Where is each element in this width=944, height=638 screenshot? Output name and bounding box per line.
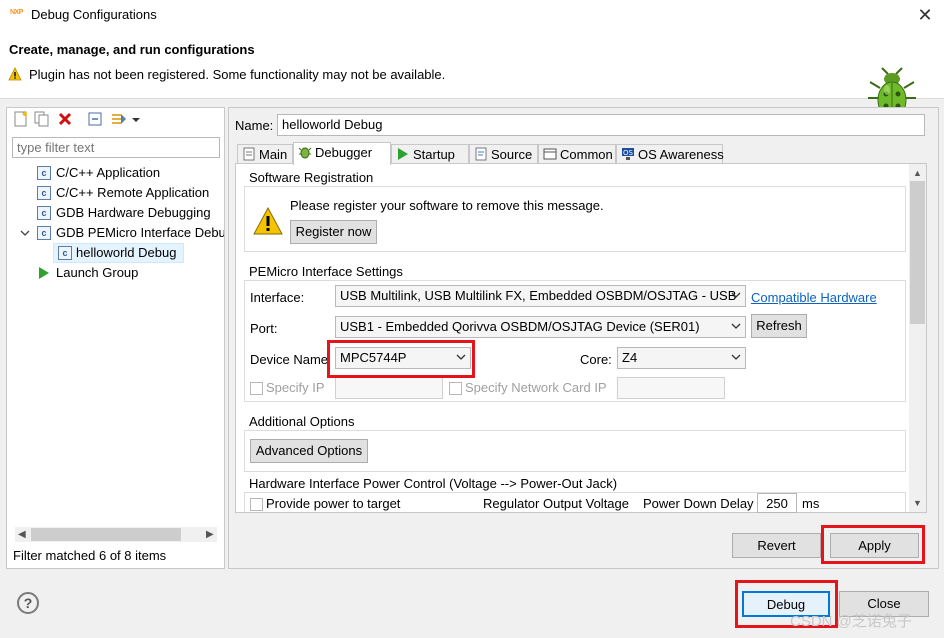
svg-text:OS: OS	[623, 149, 634, 157]
tree-item-cpp-remote-application[interactable]: c C/C++ Remote Application	[7, 183, 224, 203]
chevron-down-icon[interactable]	[131, 111, 141, 127]
specify-ip-label: Specify IP	[266, 380, 325, 395]
new-configuration-icon[interactable]	[13, 111, 29, 127]
revert-button[interactable]: Revert	[732, 533, 821, 558]
port-select[interactable]: USB1 - Embedded Qorivva OSBDM/OSJTAG Dev…	[335, 316, 746, 338]
tab-main[interactable]: Main	[237, 144, 293, 164]
filter-input[interactable]	[12, 137, 220, 158]
tab-startup[interactable]: Startup	[391, 144, 469, 164]
apply-highlight	[821, 525, 925, 564]
tree-item-launch-group[interactable]: Launch Group	[7, 263, 224, 283]
refresh-button[interactable]: Refresh	[751, 314, 807, 338]
c-config-icon: c	[37, 226, 51, 240]
common-tab-icon	[543, 148, 557, 160]
software-registration-title: Software Registration	[247, 170, 376, 185]
registration-message: Please register your software to remove …	[290, 198, 604, 213]
watermark: CSDN @芝诺兔子	[790, 613, 912, 630]
chevron-down-icon	[731, 354, 741, 360]
tree-item-helloworld-debug[interactable]: c helloworld Debug	[53, 243, 184, 263]
tree-item-gdb-hardware-debugging[interactable]: c GDB Hardware Debugging	[7, 203, 224, 223]
chevron-down-icon	[731, 323, 741, 329]
compatible-hardware-link[interactable]: Compatible Hardware	[751, 290, 877, 305]
name-field[interactable]: helloworld Debug	[277, 114, 925, 136]
delay-unit: ms	[802, 496, 820, 511]
ip-field[interactable]	[335, 377, 443, 399]
scroll-down-icon[interactable]: ▼	[913, 498, 922, 508]
port-label: Port:	[250, 321, 278, 336]
advanced-options-button[interactable]: Advanced Options	[250, 439, 368, 463]
tab-bar: Main Debugger Startup Source Common OS OS…	[237, 142, 725, 165]
provide-power-checkbox[interactable]	[250, 498, 263, 511]
dialog-header: Create, manage, and run configurations P…	[0, 31, 944, 119]
os-awareness-tab-icon: OS	[622, 148, 634, 160]
chevron-down-icon[interactable]	[20, 228, 30, 238]
source-tab-icon	[475, 147, 487, 161]
c-config-icon: c	[37, 166, 51, 180]
pemicro-settings-title: PEMicro Interface Settings	[247, 264, 405, 279]
register-now-button[interactable]: Register now	[290, 220, 377, 244]
additional-options-group: Advanced Options	[244, 430, 906, 472]
device-name-highlight	[327, 340, 475, 378]
c-config-icon: c	[37, 186, 51, 200]
window-title: Debug Configurations	[31, 7, 157, 22]
debugger-tab-content: Software Registration Please register yo…	[235, 163, 927, 513]
scrollbar-thumb[interactable]	[31, 528, 181, 541]
collapse-all-icon[interactable]	[87, 111, 103, 127]
debugger-tab-icon	[298, 147, 312, 159]
interface-label: Interface:	[250, 290, 305, 305]
close-window-icon[interactable]: ✕	[914, 4, 936, 26]
filter-status: Filter matched 6 of 8 items	[13, 548, 167, 563]
scroll-right-icon[interactable]: ▶	[206, 529, 214, 540]
horizontal-scrollbar[interactable]: ◀ ▶	[15, 527, 217, 542]
header-title: Create, manage, and run configurations	[9, 42, 255, 57]
scroll-left-icon[interactable]: ◀	[18, 529, 26, 540]
main-tab-icon	[243, 147, 255, 161]
device-name-label: Device Name	[250, 352, 329, 367]
chevron-down-icon	[731, 292, 741, 298]
vertical-scrollbar[interactable]: ▲ ▼	[909, 164, 926, 512]
tab-os-awareness[interactable]: OS OS Awareness	[616, 144, 724, 164]
c-config-icon: c	[58, 246, 72, 260]
core-select[interactable]: Z4	[617, 347, 746, 369]
scrollbar-thumb[interactable]	[910, 181, 925, 324]
power-down-delay-field[interactable]: 250	[757, 493, 797, 513]
delete-icon[interactable]	[57, 111, 73, 127]
power-down-delay-label: Power Down Delay	[643, 496, 754, 511]
interface-select[interactable]: USB Multilink, USB Multilink FX, Embedde…	[335, 285, 746, 307]
nxp-logo-icon: NXP	[10, 9, 23, 16]
core-label: Core:	[580, 352, 612, 367]
provide-power-label: Provide power to target	[266, 496, 401, 511]
additional-options-title: Additional Options	[247, 414, 357, 429]
power-control-title: Hardware Interface Power Control (Voltag…	[247, 476, 620, 491]
filter-icon[interactable]	[111, 111, 127, 127]
duplicate-icon[interactable]	[34, 111, 50, 127]
c-config-icon: c	[37, 206, 51, 220]
name-label: Name:	[235, 118, 274, 133]
tab-source[interactable]: Source	[469, 144, 538, 164]
launch-group-icon	[39, 267, 49, 279]
startup-tab-icon	[398, 148, 408, 160]
tab-common[interactable]: Common	[538, 144, 616, 164]
specify-ip-checkbox[interactable]	[250, 382, 263, 395]
help-icon[interactable]: ?	[17, 592, 39, 614]
specify-nic-checkbox[interactable]	[449, 382, 462, 395]
specify-nic-label: Specify Network Card IP	[465, 380, 607, 395]
scroll-up-icon[interactable]: ▲	[913, 168, 922, 178]
configuration-tree-panel: c C/C++ Application c C/C++ Remote Appli…	[6, 107, 225, 569]
header-warning-text: Plugin has not been registered. Some fun…	[29, 67, 446, 82]
software-registration-group: Please register your software to remove …	[244, 186, 906, 252]
tree-item-gdb-pemicro-interface[interactable]: c GDB PEMicro Interface Debu	[7, 223, 224, 243]
regulator-voltage-label: Regulator Output Voltage	[483, 496, 629, 511]
tree-item-cpp-application[interactable]: c C/C++ Application	[7, 163, 224, 183]
configuration-editor: Name: helloworld Debug Main Debugger Sta…	[228, 107, 939, 569]
nic-ip-field[interactable]	[617, 377, 725, 399]
title-bar: NXP Debug Configurations ✕	[0, 0, 944, 31]
tab-debugger[interactable]: Debugger	[293, 142, 391, 165]
power-control-group: Provide power to target Regulator Output…	[244, 492, 906, 513]
warning-icon	[253, 207, 283, 235]
warning-icon	[8, 67, 22, 81]
